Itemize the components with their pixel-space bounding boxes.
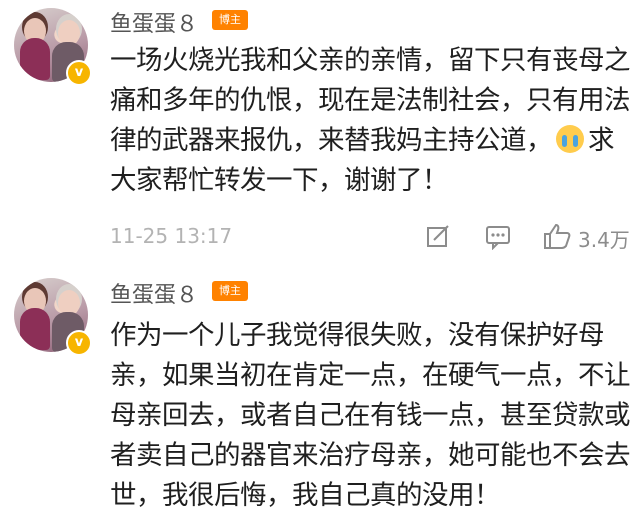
author-badge: 博主 [212,281,248,301]
comment-text: 作为一个儿子我觉得很失败，没有保护好母亲，如果当初在肯定一点，在硬气一点，不让母… [110,320,631,511]
share-icon[interactable] [424,222,452,252]
username[interactable]: 鱼蛋蛋８ [110,6,198,38]
comment-item: v 鱼蛋蛋８ 博主 一场火烧光我和父亲的亲情，留下只有丧母之痛和多年的仇恨，现在… [0,0,640,262]
comment-icon[interactable] [484,222,512,252]
timestamp: 11-25 13:17 [110,224,233,248]
author-badge: 博主 [212,10,248,30]
comment-item: v 鱼蛋蛋８ 博主 作为一个儿子我觉得很失败，没有保护好母亲，如果当初在肯定一点… [0,272,640,517]
like-count: 3.4万 [578,228,630,252]
username[interactable]: 鱼蛋蛋８ [110,277,198,309]
crying-face-emoji-icon [556,125,584,153]
verified-icon: v [66,60,92,86]
like-icon[interactable] [542,222,572,252]
verified-icon: v [66,330,92,356]
comment-footer: 11-25 13:17 3.4万 [110,222,630,252]
comment-text: 一场火烧光我和父亲的亲情，留下只有丧母之痛和多年的仇恨，现在是法制社会，只有用法… [110,45,631,196]
